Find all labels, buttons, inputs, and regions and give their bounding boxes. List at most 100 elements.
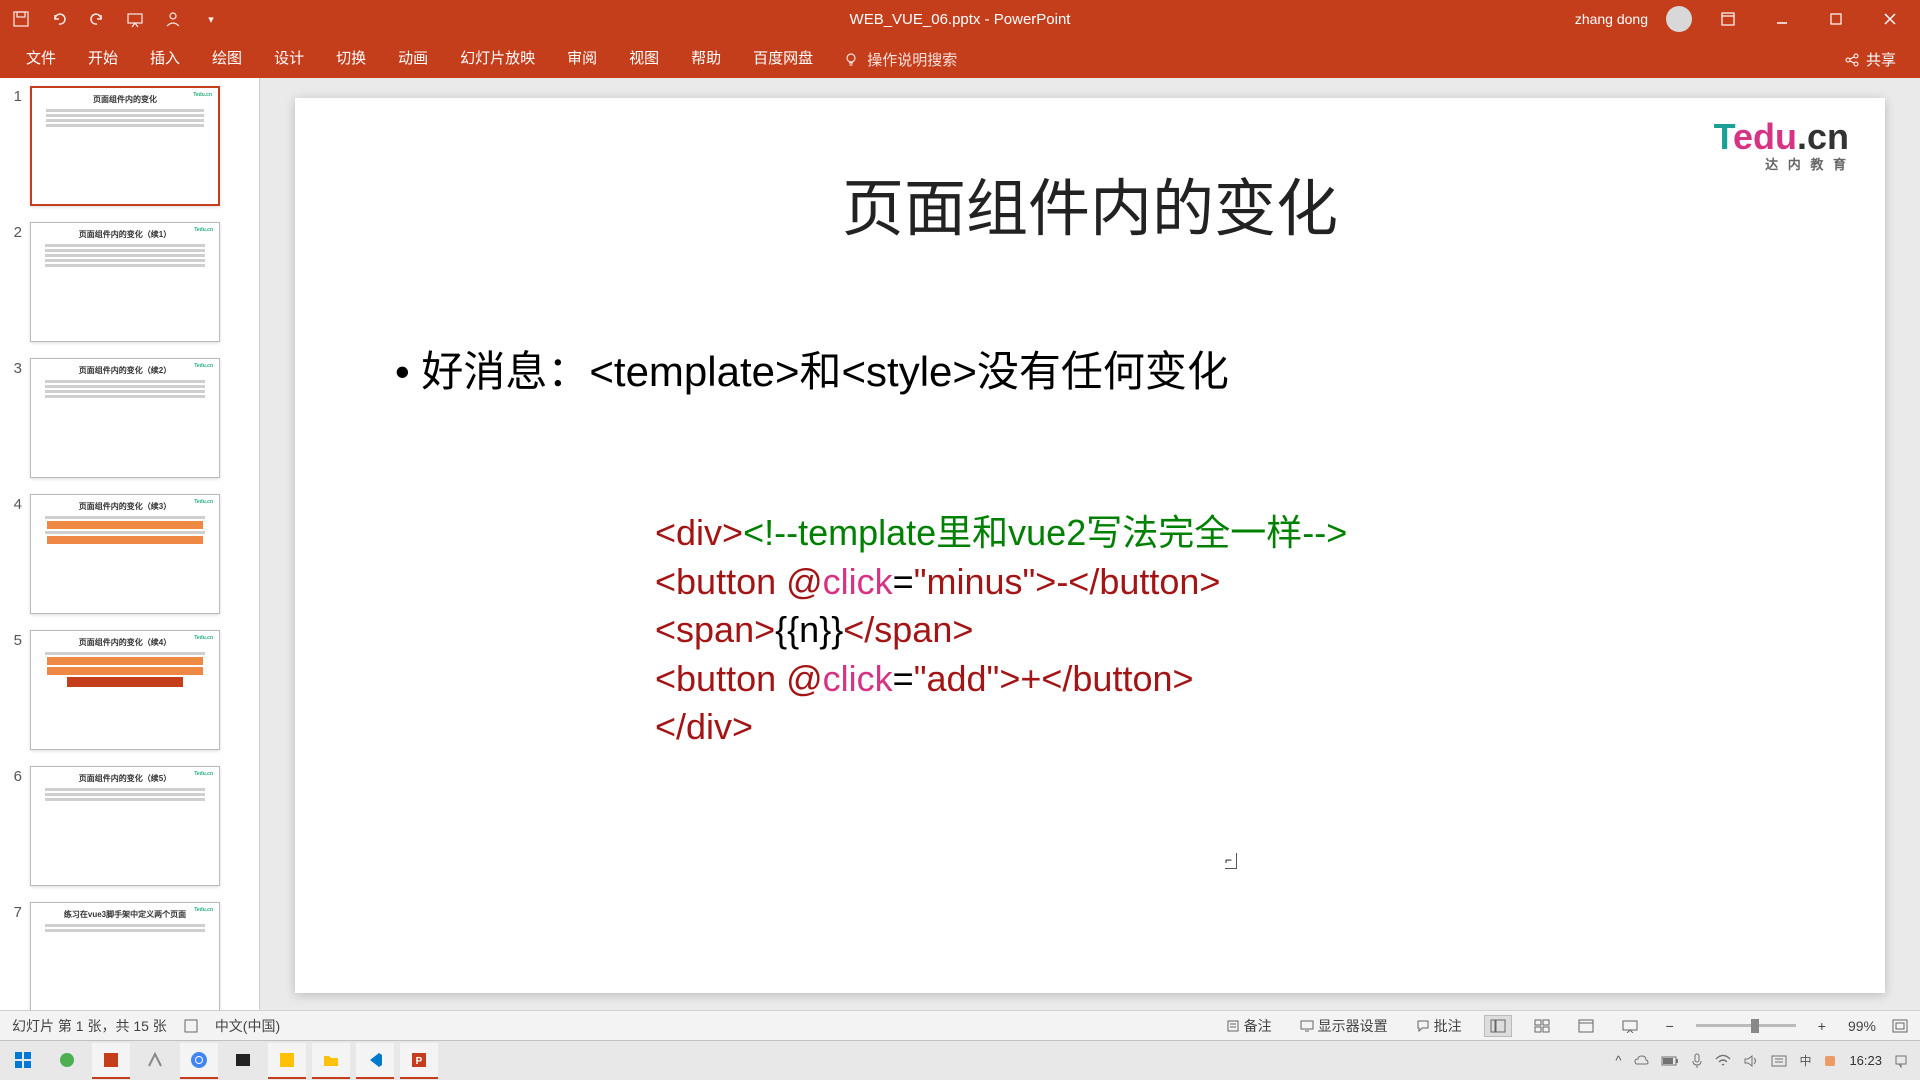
- thumb-7-row: 7 Tedu.cn 练习在vue3脚手架中定义两个页面: [4, 902, 255, 1010]
- tray-cloud-icon[interactable]: [1633, 1053, 1649, 1069]
- thumb-1-row: 1 Tedu.cn 页面组件内的变化: [4, 86, 255, 206]
- autosave-icon[interactable]: [12, 10, 30, 28]
- tab-slideshow[interactable]: 幻灯片放映: [444, 37, 551, 78]
- task-powerpoint[interactable]: P: [400, 1043, 438, 1079]
- tray-notifications-icon[interactable]: [1894, 1054, 1908, 1068]
- zoom-out-icon[interactable]: −: [1660, 1018, 1680, 1034]
- maximize-icon[interactable]: [1818, 0, 1854, 38]
- thumb-3[interactable]: Tedu.cn 页面组件内的变化（续2）: [30, 358, 220, 478]
- taskbar: P ^ 中 16:23: [0, 1040, 1920, 1080]
- comments-button[interactable]: 批注: [1410, 1016, 1468, 1036]
- tab-file[interactable]: 文件: [10, 37, 72, 78]
- tab-animation[interactable]: 动画: [382, 37, 444, 78]
- share-button[interactable]: 共享: [1844, 49, 1896, 78]
- spellcheck-icon[interactable]: [183, 1018, 199, 1034]
- tray-lang-icon[interactable]: 中: [1799, 1052, 1811, 1069]
- code-block[interactable]: <div><!--template里和vue2写法完全一样--> <button…: [655, 509, 1825, 752]
- tray-mic-icon[interactable]: [1691, 1053, 1703, 1069]
- close-icon[interactable]: [1872, 0, 1908, 38]
- tray-expand-icon[interactable]: ^: [1615, 1053, 1621, 1068]
- slide-title[interactable]: 页面组件内的变化: [355, 158, 1825, 248]
- thumb-5[interactable]: Tedu.cn 页面组件内的变化（续4）: [30, 630, 220, 750]
- thumb-6[interactable]: Tedu.cn 页面组件内的变化（续5）: [30, 766, 220, 886]
- user-icon[interactable]: [164, 10, 182, 28]
- slide-bullet[interactable]: • 好消息：<template>和<style>没有任何变化: [395, 338, 1825, 399]
- slide-counter[interactable]: 幻灯片 第 1 张，共 15 张: [12, 1016, 167, 1036]
- zoom-level[interactable]: 99%: [1848, 1018, 1876, 1034]
- window-title: WEB_VUE_06.pptx - PowerPoint: [850, 11, 1071, 28]
- task-app-4[interactable]: [268, 1043, 306, 1079]
- slide-thumbnail-panel[interactable]: 1 Tedu.cn 页面组件内的变化 2 Tedu.cn 页面组件内的变化（续1…: [0, 78, 260, 1010]
- thumb-number: 2: [4, 222, 22, 342]
- tab-home[interactable]: 开始: [72, 37, 134, 78]
- tray-ime-icon[interactable]: [1771, 1054, 1787, 1068]
- share-label: 共享: [1866, 49, 1896, 70]
- tab-view[interactable]: 视图: [613, 37, 675, 78]
- titlebar-right: zhang dong: [1575, 0, 1920, 38]
- minimize-icon[interactable]: [1764, 0, 1800, 38]
- notes-icon: [1226, 1019, 1240, 1033]
- search-placeholder: 操作说明搜索: [867, 49, 957, 70]
- tray-app-icon[interactable]: [1823, 1054, 1837, 1068]
- sorter-view-icon[interactable]: [1528, 1015, 1556, 1037]
- zoom-slider[interactable]: [1696, 1024, 1796, 1027]
- thumb-number: 1: [4, 86, 22, 206]
- status-bar: 幻灯片 第 1 张，共 15 张 中文(中国) 备注 显示器设置 批注 − + …: [0, 1010, 1920, 1040]
- fit-window-icon[interactable]: [1892, 1019, 1908, 1033]
- slideshow-start-icon[interactable]: [126, 10, 144, 28]
- start-button[interactable]: [4, 1043, 42, 1079]
- task-app-3[interactable]: [136, 1043, 174, 1079]
- zoom-in-icon[interactable]: +: [1812, 1018, 1832, 1034]
- titlebar: ▾ WEB_VUE_06.pptx - PowerPoint zhang don…: [0, 0, 1920, 38]
- tab-review[interactable]: 审阅: [551, 37, 613, 78]
- qat-more-icon[interactable]: ▾: [202, 10, 220, 28]
- task-app-1[interactable]: [48, 1043, 86, 1079]
- display-settings-button[interactable]: 显示器设置: [1294, 1016, 1394, 1036]
- redo-icon[interactable]: [88, 10, 106, 28]
- notes-button[interactable]: 备注: [1220, 1016, 1278, 1036]
- task-vscode[interactable]: [356, 1043, 394, 1079]
- tab-draw[interactable]: 绘图: [196, 37, 258, 78]
- language-indicator[interactable]: 中文(中国): [215, 1016, 280, 1036]
- thumb-2-row: 2 Tedu.cn 页面组件内的变化（续1）: [4, 222, 255, 342]
- task-explorer[interactable]: [312, 1043, 350, 1079]
- system-tray: ^ 中 16:23: [1615, 1052, 1916, 1069]
- reading-view-icon[interactable]: [1572, 1015, 1600, 1037]
- tray-volume-icon[interactable]: [1743, 1054, 1759, 1068]
- tab-baidu[interactable]: 百度网盘: [737, 37, 829, 78]
- brand-logo: Tedu.cn 达 内 教 育: [1714, 116, 1849, 173]
- thumb-4[interactable]: Tedu.cn 页面组件内的变化（续3）: [30, 494, 220, 614]
- normal-view-icon[interactable]: [1484, 1015, 1512, 1037]
- tray-battery-icon[interactable]: [1661, 1055, 1679, 1067]
- main-area: 1 Tedu.cn 页面组件内的变化 2 Tedu.cn 页面组件内的变化（续1…: [0, 78, 1920, 1010]
- user-name[interactable]: zhang dong: [1575, 11, 1648, 27]
- slideshow-view-icon[interactable]: [1616, 1015, 1644, 1037]
- thumb-6-row: 6 Tedu.cn 页面组件内的变化（续5）: [4, 766, 255, 886]
- cursor-icon: ⌐: [1225, 853, 1237, 869]
- comment-icon: [1416, 1019, 1430, 1033]
- thumb-number: 6: [4, 766, 22, 886]
- clock[interactable]: 16:23: [1849, 1053, 1882, 1068]
- ribbon-display-icon[interactable]: [1710, 0, 1746, 38]
- thumb-number: 7: [4, 902, 22, 1010]
- thumb-2[interactable]: Tedu.cn 页面组件内的变化（续1）: [30, 222, 220, 342]
- tab-design[interactable]: 设计: [258, 37, 320, 78]
- undo-icon[interactable]: [50, 10, 68, 28]
- share-icon: [1844, 52, 1860, 68]
- task-chrome[interactable]: [180, 1043, 218, 1079]
- tab-help[interactable]: 帮助: [675, 37, 737, 78]
- slide-canvas[interactable]: Tedu.cn 达 内 教 育 页面组件内的变化 • 好消息：<template…: [295, 98, 1885, 993]
- tray-wifi-icon[interactable]: [1715, 1054, 1731, 1068]
- thumb-1[interactable]: Tedu.cn 页面组件内的变化: [30, 86, 220, 206]
- thumb-3-row: 3 Tedu.cn 页面组件内的变化（续2）: [4, 358, 255, 478]
- tab-transition[interactable]: 切换: [320, 37, 382, 78]
- thumb-4-row: 4 Tedu.cn 页面组件内的变化（续3）: [4, 494, 255, 614]
- thumb-7[interactable]: Tedu.cn 练习在vue3脚手架中定义两个页面: [30, 902, 220, 1010]
- avatar[interactable]: [1666, 6, 1692, 32]
- tab-insert[interactable]: 插入: [134, 37, 196, 78]
- slide-canvas-wrap[interactable]: Tedu.cn 达 内 教 育 页面组件内的变化 • 好消息：<template…: [260, 78, 1920, 1010]
- thumb-number: 4: [4, 494, 22, 614]
- tell-me-search[interactable]: 操作说明搜索: [829, 49, 971, 78]
- task-app-2[interactable]: [92, 1043, 130, 1079]
- task-terminal[interactable]: [224, 1043, 262, 1079]
